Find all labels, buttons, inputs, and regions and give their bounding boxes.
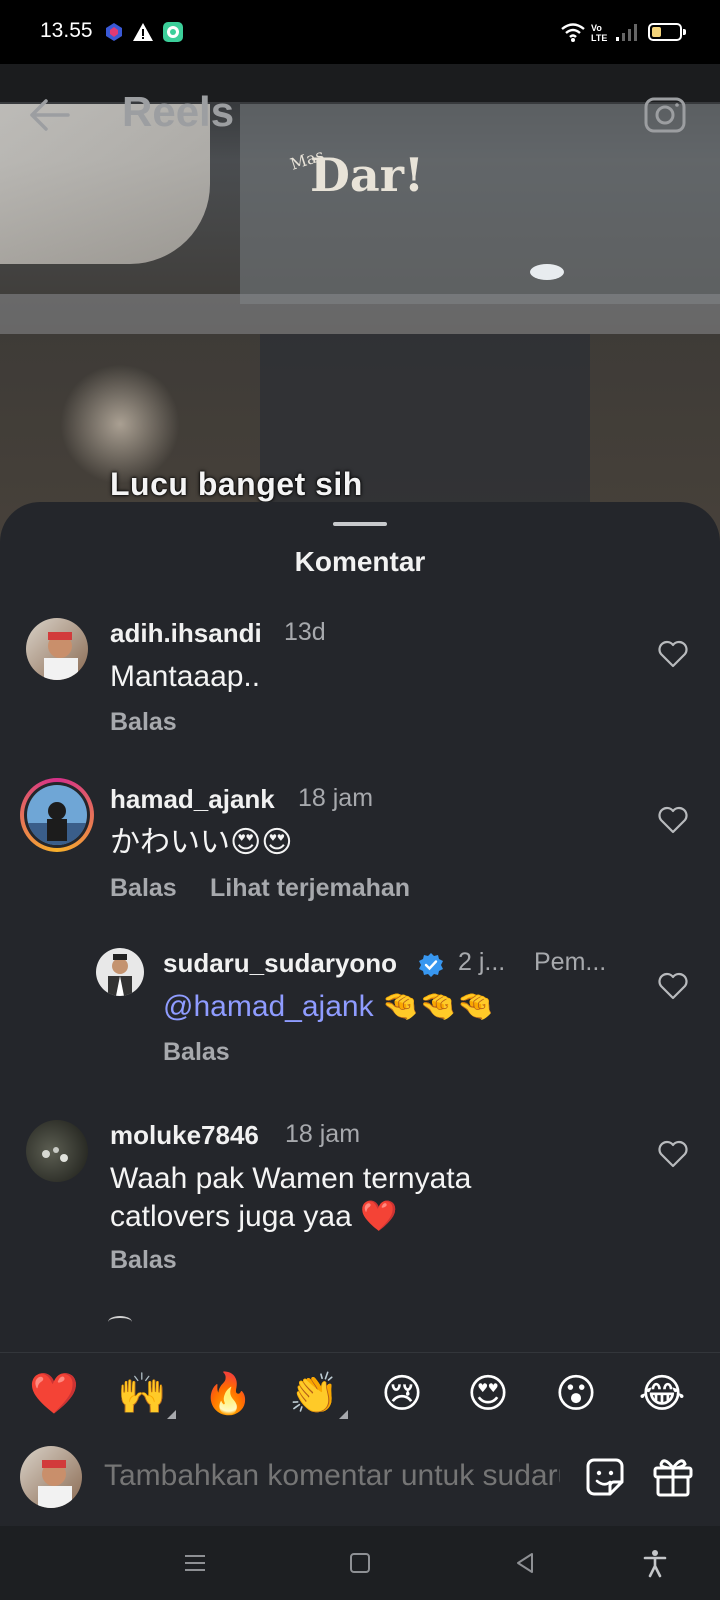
sheet-drag-handle[interactable] (333, 522, 387, 526)
heart-icon[interactable] (658, 640, 688, 668)
arrow-left-icon[interactable] (24, 90, 74, 140)
gift-icon[interactable] (652, 1454, 694, 1498)
comment-text: Mantaaap.. (110, 660, 261, 693)
emoji-crying-button[interactable]: 😢 (372, 1369, 432, 1419)
accessibility-icon[interactable] (640, 1548, 670, 1578)
wifi-icon (561, 23, 585, 42)
app-notification-icon (106, 23, 122, 41)
comment-username[interactable]: sudaru_sudaryono (163, 948, 397, 979)
comment-item: adih.ihsandi 13d Mantaaap.. Balas (0, 614, 720, 754)
comment-text-line-1: Waah pak Wamen ternyata (110, 1162, 472, 1195)
avatar[interactable] (20, 778, 94, 852)
reply-button[interactable]: Balas (110, 1246, 177, 1275)
comment-text: @hamad_ajank 🤏🤏🤏 (163, 990, 494, 1023)
emoji-heart-eyes-button[interactable]: 😍 (458, 1369, 518, 1419)
avatar (20, 1446, 82, 1508)
skin-tone-indicator (167, 1410, 176, 1419)
next-comment-avatar-partial (108, 1316, 132, 1328)
comment-time: 13d (284, 618, 326, 646)
emoji-quick-bar: ❤️ 🙌 🔥 👏 😢 😍 😮 😂 (0, 1352, 720, 1436)
messenger-icon (163, 22, 183, 42)
comment-text-line-2: catlovers juga yaa ❤️ (110, 1200, 398, 1233)
emoji-clapping-button[interactable]: 👏 (284, 1369, 348, 1419)
back-triangle-icon[interactable] (510, 1548, 540, 1578)
status-time: 13.55 (40, 19, 93, 42)
emoji-surprised-button[interactable]: 😮 (546, 1369, 606, 1419)
comment-composer (0, 1436, 720, 1526)
reply-comment-item: sudaru_sudaryono 2 j... Pem... @hamad_aj… (0, 948, 720, 1088)
verified-badge-icon (419, 953, 443, 977)
emoji-raising-hands-button[interactable]: 🙌 (112, 1369, 176, 1419)
heart-icon[interactable] (658, 1140, 688, 1168)
reply-button[interactable]: Balas (110, 874, 177, 903)
see-translation-link[interactable]: Lihat terjemahan (210, 874, 410, 903)
comment-item: hamad_ajank 18 jam かわいい😍😍 Balas Lihat te… (0, 778, 720, 928)
comment-input[interactable] (104, 1454, 560, 1498)
svg-text:Vo: Vo (591, 23, 602, 33)
avatar[interactable] (26, 1120, 88, 1182)
reels-header: Reels (0, 64, 720, 164)
comment-time: 18 jam (298, 784, 374, 812)
comment-time: 2 j... (458, 948, 506, 976)
avatar[interactable] (26, 618, 88, 680)
comment-username[interactable]: moluke7846 (110, 1120, 259, 1151)
emoji-heart-button[interactable]: ❤️ (24, 1369, 84, 1419)
status-bar: 13.55 Vo LTE (0, 0, 720, 64)
heart-icon[interactable] (658, 806, 688, 834)
system-nav-bar (0, 1526, 720, 1600)
svg-text:LTE: LTE (591, 33, 607, 43)
volte-icon: Vo LTE (591, 23, 607, 43)
sheet-title: Komentar (294, 546, 426, 577)
emoji-laughing-button[interactable]: 😂 (632, 1369, 692, 1419)
comment-item: moluke7846 18 jam Waah pak Wamen ternyat… (0, 1116, 720, 1296)
avatar[interactable] (96, 948, 144, 996)
battery-icon (648, 23, 686, 41)
comment-text: かわいい😍😍 (110, 826, 293, 859)
battery-level (652, 27, 661, 37)
skin-tone-indicator (339, 1410, 348, 1419)
menu-icon[interactable] (180, 1548, 210, 1578)
signal-icon (616, 24, 637, 41)
warning-icon (133, 23, 153, 41)
heart-icon[interactable] (658, 972, 688, 1000)
reply-button[interactable]: Balas (110, 708, 177, 737)
comment-username[interactable]: adih.ihsandi (110, 618, 262, 649)
home-square-icon[interactable] (345, 1548, 375, 1578)
camera-icon[interactable] (642, 90, 688, 136)
comment-username[interactable]: hamad_ajank (110, 784, 275, 815)
comment-time: 18 jam (285, 1120, 361, 1148)
reel-caption: Lucu banget sih (110, 466, 363, 502)
reply-button[interactable]: Balas (163, 1038, 230, 1067)
comment-author-label: Pem... (534, 948, 607, 976)
mention-link[interactable]: @hamad_ajank (163, 990, 374, 1023)
emoji-fire-button[interactable]: 🔥 (198, 1369, 258, 1419)
page-title: Reels (122, 88, 235, 135)
sticker-icon[interactable] (584, 1456, 626, 1498)
